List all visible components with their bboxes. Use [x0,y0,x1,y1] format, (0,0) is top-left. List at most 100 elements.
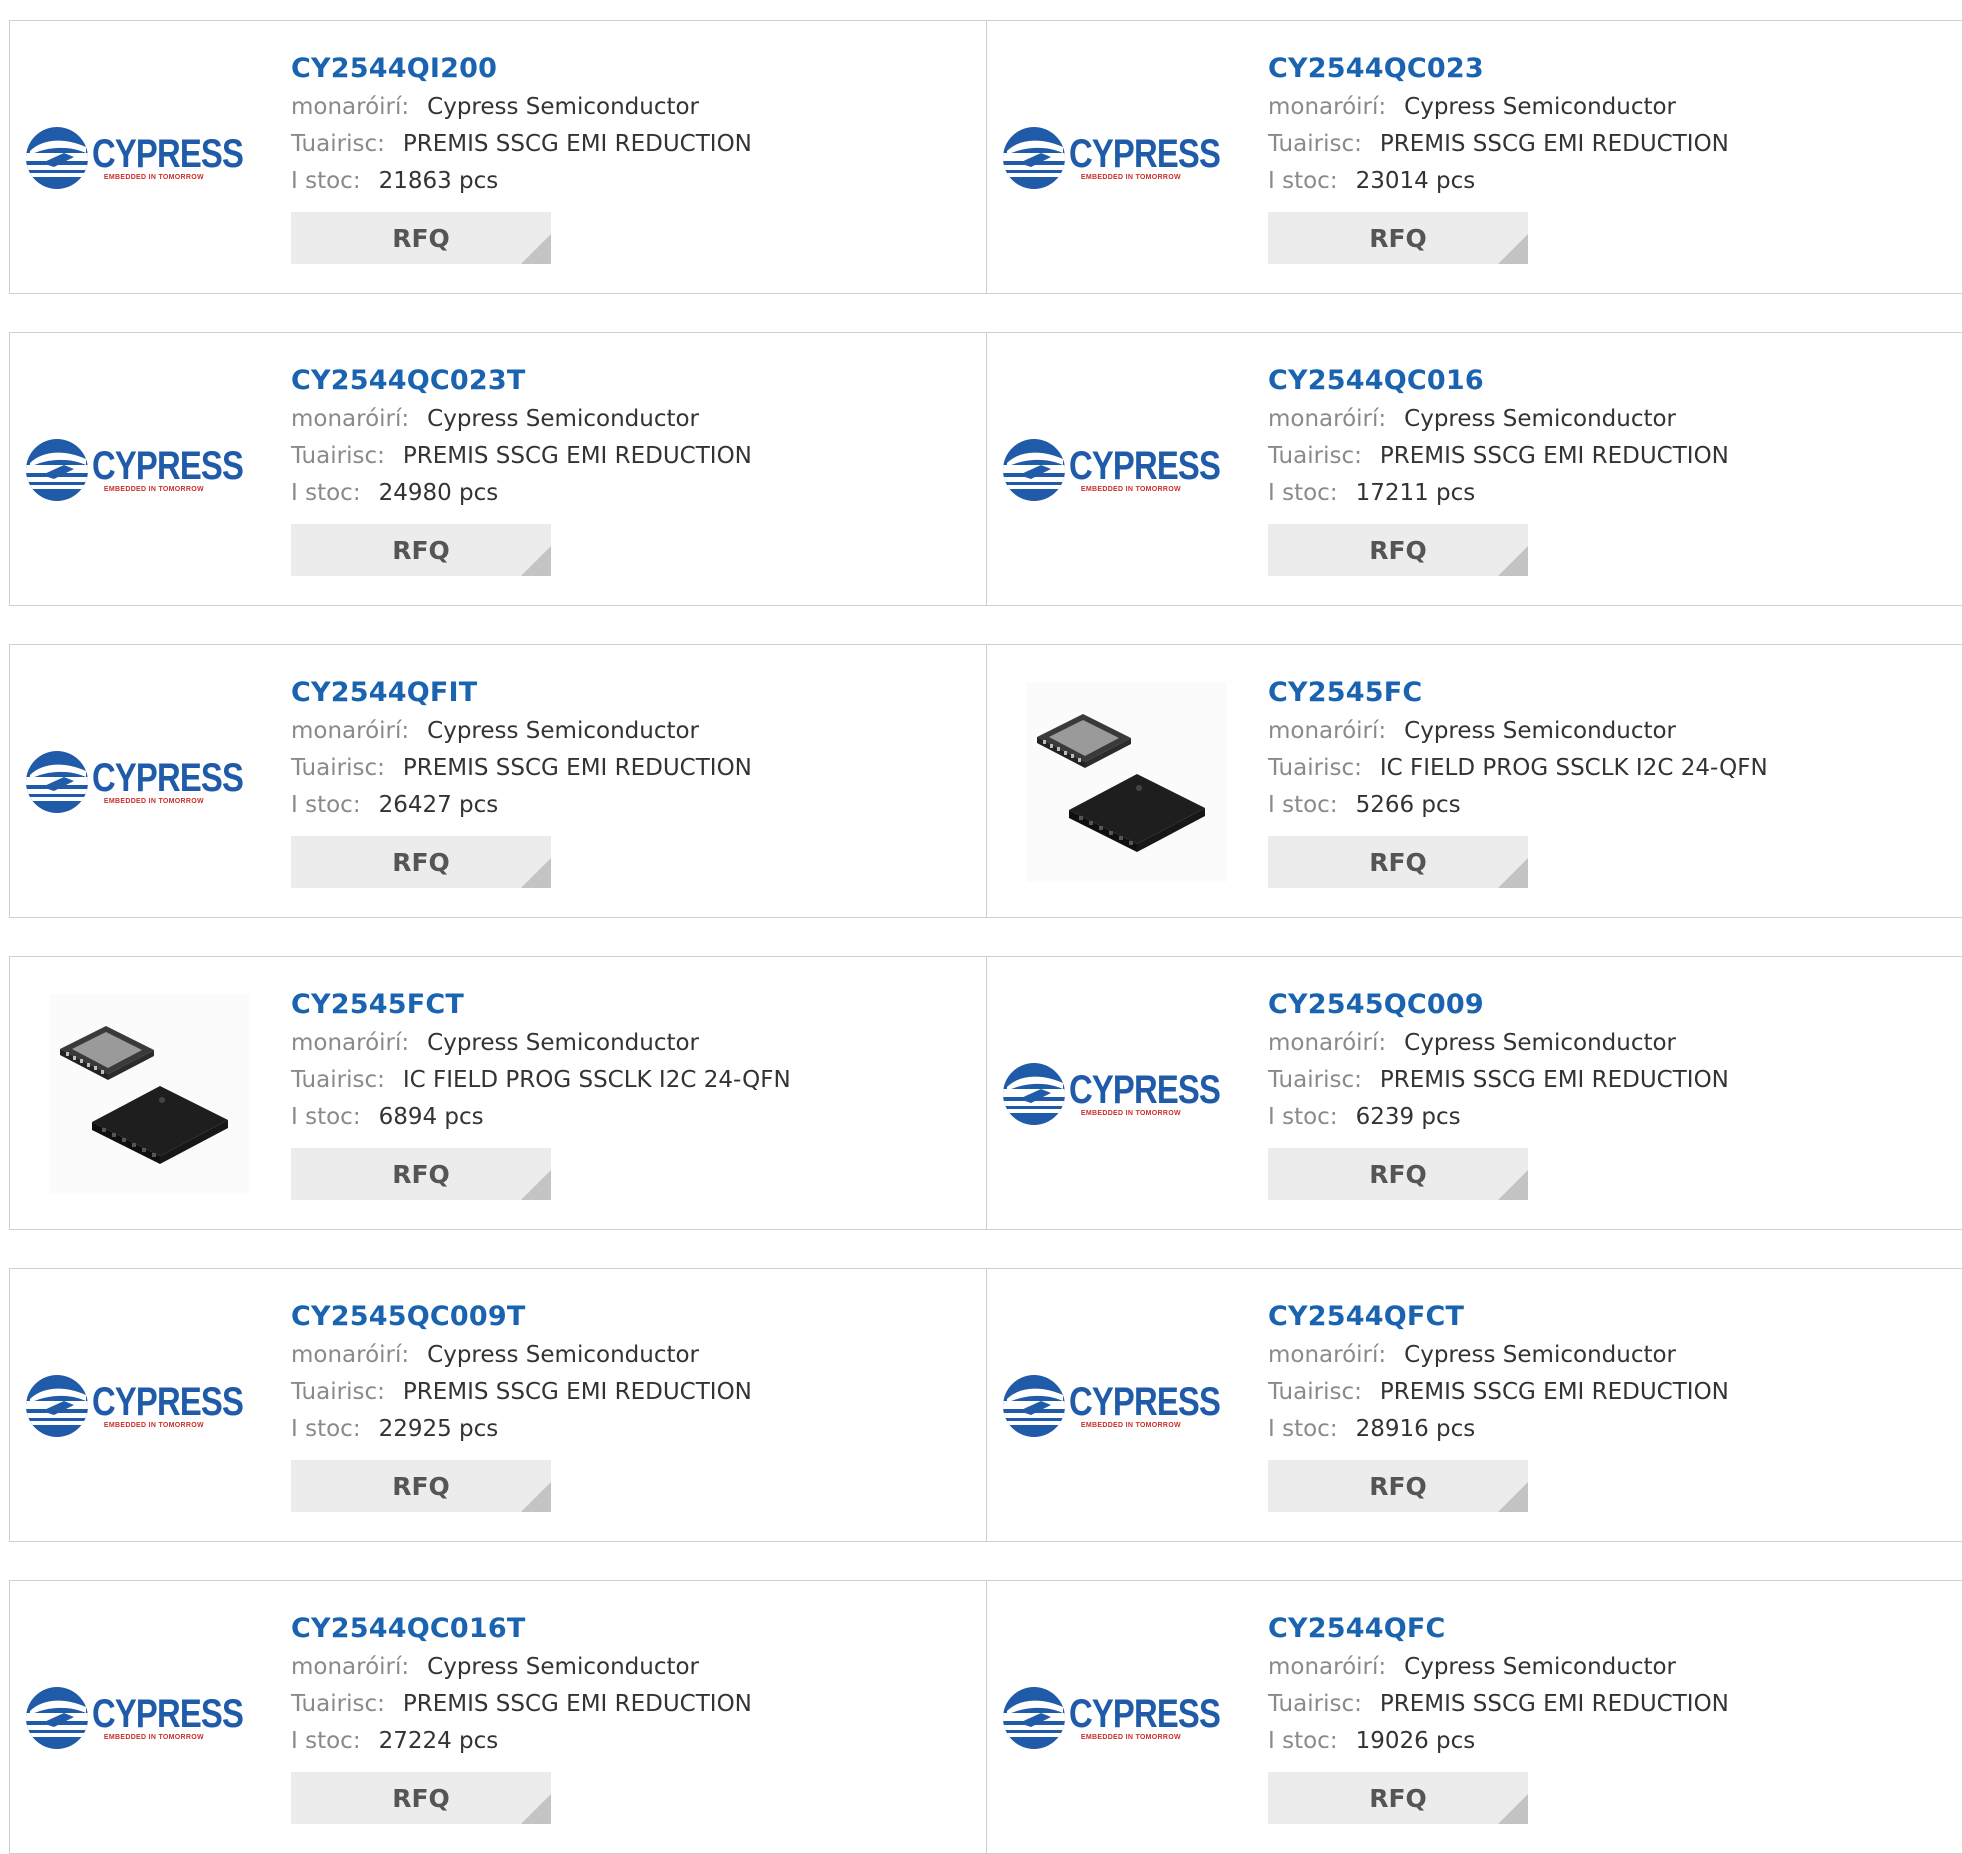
manufacturer-value: Cypress Semiconductor [427,94,700,120]
rfq-button[interactable]: RFQ [291,212,551,264]
rfq-label: RFQ [392,535,450,565]
part-number-link[interactable]: CY2544QC016 [1268,361,1729,401]
product-card: CYPRESS EMBEDDED IN TOMORROW CY2544QFCT m… [987,1269,1962,1541]
rfq-label: RFQ [1369,223,1427,253]
description-value: PREMIS SSCG EMI REDUCTION [402,1379,752,1405]
product-row: CYPRESS EMBEDDED IN TOMORROW CY2544QC016… [9,1580,1962,1854]
product-image[interactable] [50,994,250,1194]
manufacturer-label: monaróirí: [291,1342,410,1368]
description-line: Tuairisc: PREMIS SSCG EMI REDUCTION [291,750,752,787]
cypress-logo-word: CYPRESS [91,1692,244,1736]
part-number-link[interactable]: CY2544QC023T [291,361,752,401]
product-image[interactable]: CYPRESS EMBEDDED IN TOMORROW [1002,58,1227,258]
part-number-link[interactable]: CY2544QFIT [291,673,752,713]
product-image[interactable]: CYPRESS EMBEDDED IN TOMORROW [25,370,250,570]
description-label: Tuairisc: [1268,1067,1362,1093]
manufacturer-label: monaróirí: [291,1030,410,1056]
part-number-link[interactable]: CY2545FCT [291,985,791,1025]
stock-value: 5266 pcs [1355,792,1461,818]
cypress-logo: CYPRESS EMBEDDED IN TOMORROW [1001,1373,1253,1439]
description-label: Tuairisc: [1268,1379,1362,1405]
manufacturer-label: monaróirí: [291,718,410,744]
product-image[interactable] [1027,682,1227,882]
part-number-link[interactable]: CY2544QC023 [1268,49,1729,89]
cypress-logo-icon [25,1687,88,1749]
part-number-link[interactable]: CY2544QFCT [1268,1297,1729,1337]
rfq-label: RFQ [1369,1783,1427,1813]
stock-label: I stoc: [1268,1728,1338,1754]
part-number-link[interactable]: CY2545FC [1268,673,1768,713]
stock-value: 27224 pcs [378,1728,499,1754]
manufacturer-label: monaróirí: [1268,1030,1387,1056]
rfq-button[interactable]: RFQ [291,524,551,576]
qfn-chip-image [1027,682,1227,882]
rfq-label: RFQ [1369,535,1427,565]
description-label: Tuairisc: [291,755,385,781]
qfn-chip-image [50,994,250,1194]
product-card: CYPRESS EMBEDDED IN TOMORROW CY2544QI200… [10,21,987,293]
cypress-logo-word: CYPRESS [1068,1068,1221,1112]
manufacturer-value: Cypress Semiconductor [427,1342,700,1368]
rfq-button[interactable]: RFQ [291,1460,551,1512]
manufacturer-line: monaróirí: Cypress Semiconductor [1268,1337,1729,1374]
product-image[interactable]: CYPRESS EMBEDDED IN TOMORROW [25,1306,250,1506]
rfq-button[interactable]: RFQ [291,1148,551,1200]
product-row: CYPRESS EMBEDDED IN TOMORROW CY2544QI200… [9,20,1962,294]
product-image[interactable]: CYPRESS EMBEDDED IN TOMORROW [25,58,250,258]
corner-triangle-icon [521,1794,551,1824]
stock-line: I stoc: 28916 pcs [1268,1411,1729,1448]
manufacturer-label: monaróirí: [291,1654,410,1680]
cypress-logo-word: CYPRESS [91,444,244,488]
rfq-label: RFQ [392,223,450,253]
product-row: CY2545FCT monaróirí: Cypress Semiconductor… [9,956,1962,1230]
rfq-label: RFQ [392,1783,450,1813]
part-number-link[interactable]: CY2544QI200 [291,49,752,89]
rfq-button[interactable]: RFQ [291,1772,551,1824]
stock-line: I stoc: 24980 pcs [291,475,752,512]
description-label: Tuairisc: [291,1067,385,1093]
description-label: Tuairisc: [291,1691,385,1717]
description-line: Tuairisc: PREMIS SSCG EMI REDUCTION [291,1686,752,1723]
manufacturer-value: Cypress Semiconductor [1404,94,1677,120]
part-number-link[interactable]: CY2544QC016T [291,1609,752,1649]
manufacturer-label: monaróirí: [291,406,410,432]
part-number-link[interactable]: CY2545QC009T [291,1297,752,1337]
cypress-logo-icon [1002,439,1065,501]
part-number-link[interactable]: CY2545QC009 [1268,985,1729,1025]
stock-label: I stoc: [291,792,361,818]
corner-triangle-icon [1498,546,1528,576]
product-image[interactable]: CYPRESS EMBEDDED IN TOMORROW [1002,1618,1227,1818]
stock-label: I stoc: [1268,480,1338,506]
product-card: CYPRESS EMBEDDED IN TOMORROW CY2544QFC mo… [987,1581,1962,1853]
cypress-logo-word: CYPRESS [91,132,244,176]
description-label: Tuairisc: [1268,131,1362,157]
rfq-label: RFQ [1369,1159,1427,1189]
product-image[interactable]: CYPRESS EMBEDDED IN TOMORROW [1002,1306,1227,1506]
rfq-button[interactable]: RFQ [1268,212,1528,264]
part-number-link[interactable]: CY2544QFC [1268,1609,1729,1649]
product-image[interactable]: CYPRESS EMBEDDED IN TOMORROW [25,1618,250,1818]
description-line: Tuairisc: PREMIS SSCG EMI REDUCTION [1268,126,1729,163]
manufacturer-line: monaróirí: Cypress Semiconductor [1268,1025,1729,1062]
rfq-button[interactable]: RFQ [1268,1148,1528,1200]
product-image[interactable]: CYPRESS EMBEDDED IN TOMORROW [25,682,250,882]
corner-triangle-icon [1498,1170,1528,1200]
description-label: Tuairisc: [1268,443,1362,469]
rfq-button[interactable]: RFQ [1268,524,1528,576]
description-line: Tuairisc: IC FIELD PROG SSCLK I2C 24-QFN [291,1062,791,1099]
rfq-button[interactable]: RFQ [1268,1772,1528,1824]
rfq-button[interactable]: RFQ [291,836,551,888]
description-value: PREMIS SSCG EMI REDUCTION [402,1691,752,1717]
rfq-button[interactable]: RFQ [1268,836,1528,888]
manufacturer-label: monaróirí: [1268,1654,1387,1680]
product-card: CYPRESS EMBEDDED IN TOMORROW CY2545QC009… [10,1269,987,1541]
product-image[interactable]: CYPRESS EMBEDDED IN TOMORROW [1002,370,1227,570]
stock-line: I stoc: 26427 pcs [291,787,752,824]
manufacturer-label: monaróirí: [1268,718,1387,744]
stock-value: 6894 pcs [378,1104,484,1130]
cypress-logo-word: CYPRESS [1068,132,1221,176]
rfq-button[interactable]: RFQ [1268,1460,1528,1512]
stock-value: 23014 pcs [1355,168,1476,194]
product-image[interactable]: CYPRESS EMBEDDED IN TOMORROW [1002,994,1227,1194]
cypress-logo: CYPRESS EMBEDDED IN TOMORROW [1001,1061,1253,1127]
